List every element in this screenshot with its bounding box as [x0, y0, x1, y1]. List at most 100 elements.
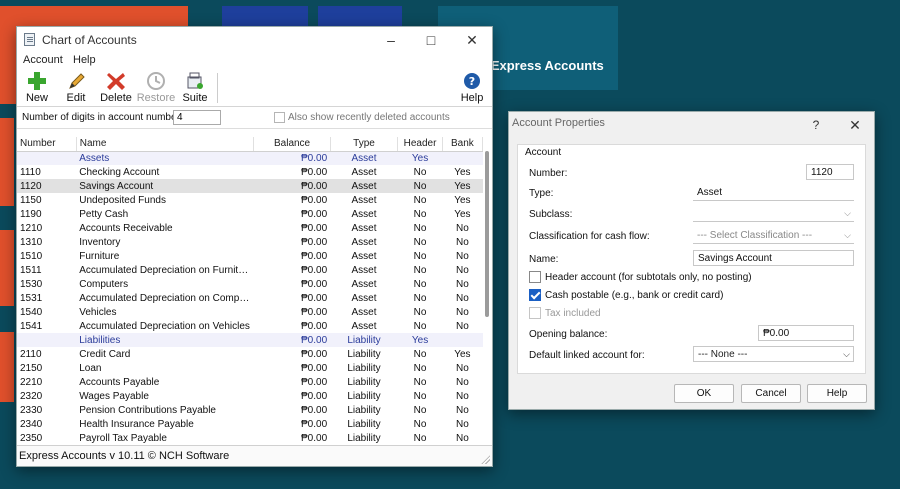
- cashflow-dropdown[interactable]: --- Select Classification --- ⌵: [693, 228, 854, 244]
- pencil-icon: [65, 71, 87, 91]
- cell-type: Asset: [351, 278, 377, 290]
- col-number[interactable]: Number: [17, 137, 77, 152]
- cell-name: Wages Payable: [79, 390, 149, 402]
- cell-number: 1310: [20, 236, 43, 248]
- type-label: Type:: [529, 188, 554, 199]
- table-row[interactable]: 2330 Pension Contributions Payable ₱0.00 Li…: [17, 403, 483, 417]
- cell-header: No: [413, 278, 427, 290]
- col-type[interactable]: Type: [330, 137, 399, 152]
- table-row[interactable]: 1510 Furniture ₱0.00 Asset No No: [17, 249, 483, 263]
- col-balance[interactable]: Balance: [253, 137, 331, 152]
- number-field[interactable]: 1120: [806, 164, 854, 180]
- subclass-dropdown[interactable]: ⌵: [693, 206, 854, 222]
- bg-tile-orange-4: [0, 332, 14, 402]
- table-row[interactable]: 2110 Credit Card ₱0.00 Liability No Yes: [17, 347, 483, 361]
- dialog-help-button[interactable]: Help: [807, 384, 867, 403]
- show-deleted-label: Also show recently deleted accounts: [288, 112, 450, 123]
- scrollbar-thumb[interactable]: [485, 151, 489, 317]
- dialog-close-icon[interactable]: ✕: [835, 112, 875, 138]
- table-row[interactable]: 1210 Accounts Receivable ₱0.00 Asset No No: [17, 221, 483, 235]
- show-deleted-checkbox[interactable]: [274, 112, 285, 123]
- menu-help[interactable]: Help: [73, 54, 96, 66]
- restore-button[interactable]: Restore: [135, 71, 177, 104]
- table-row[interactable]: 1150 Undeposited Funds ₱0.00 Asset No Yes: [17, 193, 483, 207]
- edit-button[interactable]: Edit: [55, 71, 97, 104]
- table-row[interactable]: 1530 Computers ₱0.00 Asset No No: [17, 277, 483, 291]
- header-account-checkbox[interactable]: [529, 271, 541, 283]
- cell-balance: ₱0.00: [301, 348, 328, 360]
- suite-button[interactable]: Suite: [174, 71, 216, 104]
- cell-balance: ₱0.00: [301, 390, 328, 402]
- cell-balance: ₱0.00: [301, 418, 328, 430]
- table-row[interactable]: 2350 Payroll Tax Payable ₱0.00 Liability No N…: [17, 431, 483, 445]
- cell-name: Furniture: [79, 250, 120, 262]
- cell-header: No: [413, 320, 427, 332]
- dialog-titlebar[interactable]: Account Properties ? ✕: [509, 112, 874, 138]
- cell-bank: No: [455, 376, 469, 388]
- cell-header: No: [413, 418, 427, 430]
- new-button[interactable]: New: [16, 71, 58, 104]
- help-button[interactable]: ? Help: [451, 71, 493, 104]
- cell-type: Asset: [330, 151, 398, 165]
- cell-header: No: [413, 236, 427, 248]
- cash-postable-checkbox[interactable]: [529, 289, 541, 301]
- cell-number: [17, 151, 77, 165]
- plus-icon: [26, 71, 48, 91]
- opening-balance-field[interactable]: ₱0.00: [758, 325, 854, 341]
- cell-name: Computers: [79, 278, 129, 290]
- maximize-icon[interactable]: □: [411, 27, 451, 53]
- col-name[interactable]: Name: [76, 137, 255, 152]
- cell-bank: No: [455, 432, 469, 444]
- cell-number: 2110: [20, 348, 42, 360]
- cell-type: Asset: [351, 166, 377, 178]
- table-row[interactable]: 1310 Inventory ₱0.00 Asset No No: [17, 235, 483, 249]
- cell-header: No: [413, 348, 427, 360]
- bg-tile-blue-1: [222, 6, 308, 26]
- delete-x-icon: [105, 71, 127, 91]
- col-bank[interactable]: Bank: [442, 137, 483, 152]
- col-header[interactable]: Header: [397, 137, 443, 152]
- cash-postable-label: Cash postable (e.g., bank or credit card…: [545, 290, 724, 301]
- digits-input[interactable]: [173, 110, 221, 125]
- cell-type: Liability: [347, 376, 381, 388]
- type-field[interactable]: Asset: [693, 185, 854, 201]
- table-row[interactable]: 2320 Wages Payable ₱0.00 Liability No No: [17, 389, 483, 403]
- table-row[interactable]: 1540 Vehicles ₱0.00 Asset No No: [17, 305, 483, 319]
- table-row[interactable]: Liabilities ₱0.00 Liability Yes: [17, 333, 483, 347]
- cell-name: Undeposited Funds: [79, 194, 166, 206]
- linked-account-dropdown[interactable]: --- None --- ⌵: [693, 346, 854, 362]
- cancel-button[interactable]: Cancel: [741, 384, 801, 403]
- cell-number: 1540: [20, 306, 43, 318]
- table-row[interactable]: 2210 Accounts Payable ₱0.00 Liability No No: [17, 375, 483, 389]
- cell-header: No: [413, 362, 427, 374]
- table-row[interactable]: 2340 Health Insurance Payable ₱0.00 Liabili…: [17, 417, 483, 431]
- resize-grip-icon[interactable]: [481, 455, 490, 464]
- close-icon[interactable]: ✕: [452, 27, 492, 53]
- table-row[interactable]: 1531 Accumulated Depreciation on Comput..…: [17, 291, 483, 305]
- table-row[interactable]: 1110 Checking Account ₱0.00 Asset No Yes: [17, 165, 483, 179]
- table-row[interactable]: 1511 Accumulated Depreciation on Furnitur…: [17, 263, 483, 277]
- cell-header: No: [413, 432, 427, 444]
- table-row[interactable]: 1190 Petty Cash ₱0.00 Asset No Yes: [17, 207, 483, 221]
- status-text: Express Accounts v 10.11 © NCH Software: [19, 450, 230, 462]
- table-row[interactable]: 1541 Accumulated Depreciation on Vehicles…: [17, 319, 483, 333]
- window-titlebar[interactable]: Chart of Accounts – □ ✕: [17, 27, 492, 53]
- table-row[interactable]: Assets ₱0.00 Asset Yes: [17, 151, 483, 165]
- table-row[interactable]: 1120 Savings Account ₱0.00 Asset No Yes: [17, 179, 483, 193]
- cell-name: Petty Cash: [79, 208, 129, 220]
- vertical-scrollbar[interactable]: [483, 149, 492, 445]
- menu-account[interactable]: Account: [23, 54, 63, 66]
- suite-icon: [184, 71, 206, 91]
- chart-of-accounts-window: Chart of Accounts – □ ✕ Account Help New…: [16, 26, 493, 467]
- delete-button[interactable]: Delete: [95, 71, 137, 104]
- cell-balance: ₱0.00: [301, 306, 328, 318]
- dialog-title: Account Properties: [512, 117, 605, 129]
- ok-button[interactable]: OK: [674, 384, 734, 403]
- table-row[interactable]: 2150 Loan ₱0.00 Liability No No: [17, 361, 483, 375]
- name-field[interactable]: Savings Account: [693, 250, 854, 266]
- context-help-icon[interactable]: ?: [796, 112, 836, 138]
- cell-type: Asset: [351, 292, 377, 304]
- tax-included-checkbox[interactable]: [529, 307, 541, 319]
- minimize-icon[interactable]: –: [371, 27, 411, 53]
- cell-type: Liability: [347, 348, 381, 360]
